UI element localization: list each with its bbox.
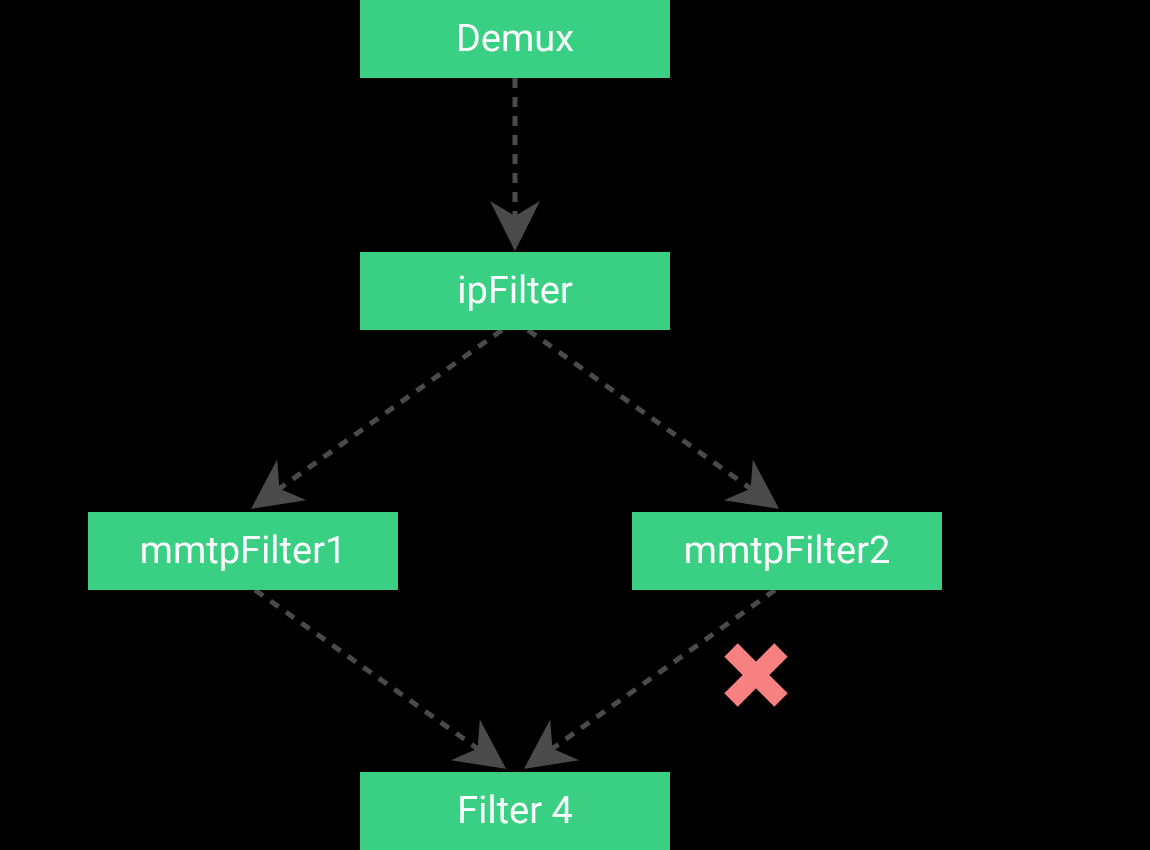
node-mmtpfilter2-label: mmtpFilter2 xyxy=(684,529,891,573)
edge-ipfilter-mmtpfilter1 xyxy=(255,330,502,506)
node-mmtpfilter1-label: mmtpFilter1 xyxy=(140,529,347,573)
node-ipfilter: ipFilter xyxy=(360,252,670,330)
node-demux: Demux xyxy=(360,0,670,78)
cross-icon xyxy=(721,640,791,710)
edge-mmtpfilter1-filter4 xyxy=(255,590,502,766)
node-mmtpfilter2: mmtpFilter2 xyxy=(632,512,942,590)
node-mmtpfilter1: mmtpFilter1 xyxy=(88,512,398,590)
node-demux-label: Demux xyxy=(456,17,574,61)
node-ipfilter-label: ipFilter xyxy=(457,269,573,313)
edge-mmtpfilter2-filter4 xyxy=(528,590,775,766)
edge-ipfilter-mmtpfilter2 xyxy=(528,330,775,506)
node-filter4: Filter 4 xyxy=(360,772,670,850)
node-filter4-label: Filter 4 xyxy=(457,789,573,833)
connector-layer xyxy=(0,0,1150,850)
